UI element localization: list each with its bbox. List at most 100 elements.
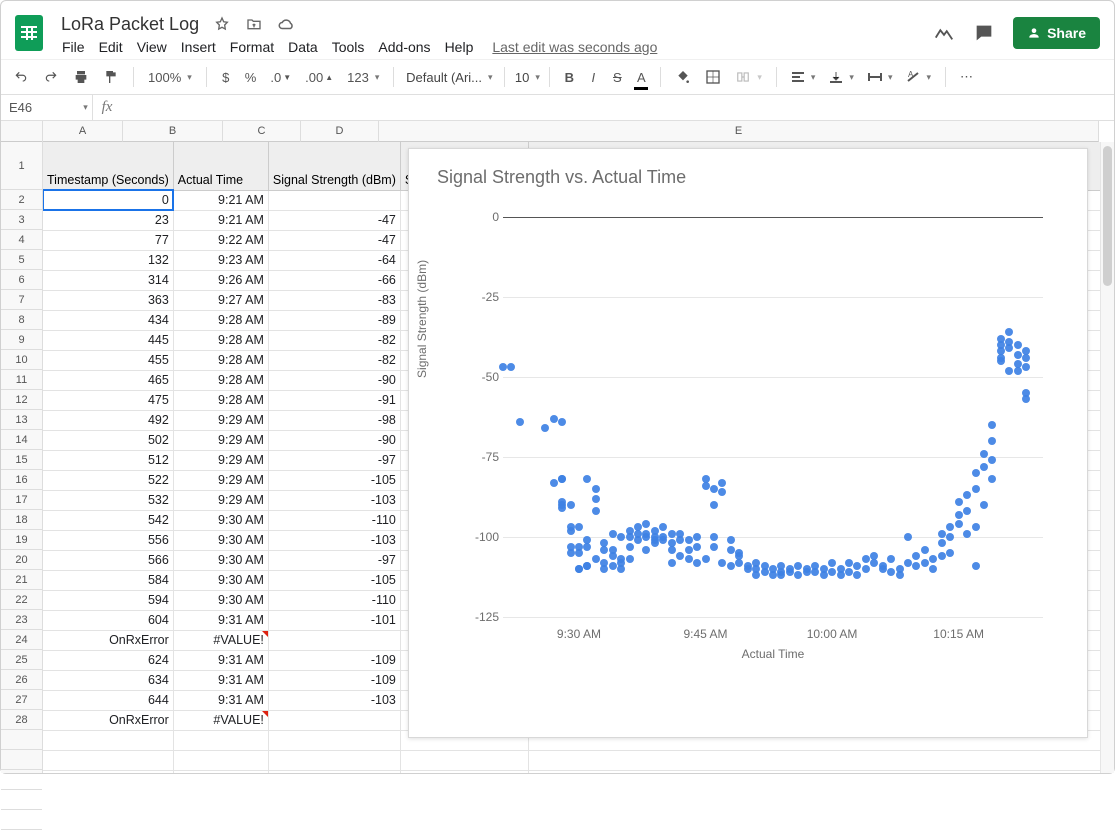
row-header[interactable]: 13 (1, 410, 42, 430)
cell[interactable] (400, 750, 528, 770)
redo-button[interactable] (39, 66, 63, 88)
menu-edit[interactable]: Edit (92, 36, 130, 58)
header-cell-C[interactable]: Signal Strength (dBm) (268, 142, 400, 190)
cell[interactable]: 9:28 AM (173, 350, 268, 370)
cell[interactable] (268, 190, 400, 210)
row-header[interactable]: 23 (1, 610, 42, 630)
row-header[interactable]: 25 (1, 650, 42, 670)
menu-insert[interactable]: Insert (174, 36, 223, 58)
row-headers[interactable]: 1234567891011121314151617181920212223242… (1, 121, 43, 773)
row-header[interactable]: 7 (1, 290, 42, 310)
cell[interactable]: 9:22 AM (173, 230, 268, 250)
cell[interactable] (173, 750, 268, 770)
cell[interactable]: 9:28 AM (173, 370, 268, 390)
name-box-dropdown[interactable]: ▾ (79, 95, 93, 120)
cell[interactable]: -103 (268, 490, 400, 510)
col-header-A[interactable]: A (43, 121, 123, 142)
cell[interactable]: 9:21 AM (173, 210, 268, 230)
cell[interactable]: 584 (43, 570, 173, 590)
cell[interactable]: -64 (268, 250, 400, 270)
percent-button[interactable]: % (241, 66, 261, 89)
cell[interactable]: -97 (268, 450, 400, 470)
row-header[interactable]: 2 (1, 190, 42, 210)
cell[interactable]: 9:31 AM (173, 690, 268, 710)
cell[interactable]: -89 (268, 310, 400, 330)
cell[interactable]: 455 (43, 350, 173, 370)
merge-button[interactable] (731, 66, 766, 88)
cloud-icon[interactable] (275, 13, 297, 35)
cell[interactable] (173, 770, 268, 773)
cell[interactable]: -66 (268, 270, 400, 290)
cell[interactable]: 522 (43, 470, 173, 490)
cell[interactable] (43, 730, 173, 750)
cell[interactable]: -103 (268, 690, 400, 710)
cell[interactable]: 9:21 AM (173, 190, 268, 210)
cell[interactable]: 512 (43, 450, 173, 470)
font-size-dropdown[interactable]: 10 (515, 66, 539, 89)
row-header[interactable]: 24 (1, 630, 42, 650)
borders-button[interactable] (701, 65, 725, 89)
cell[interactable]: -90 (268, 430, 400, 450)
row-header[interactable]: 27 (1, 690, 42, 710)
explore-icon[interactable] (933, 22, 955, 44)
cell[interactable]: 9:29 AM (173, 470, 268, 490)
col-header-D[interactable]: D (301, 121, 379, 142)
embedded-chart[interactable]: Signal Strength vs. Actual Time Signal S… (408, 148, 1088, 738)
cell[interactable]: -98 (268, 410, 400, 430)
cell[interactable]: -110 (268, 510, 400, 530)
strikethrough-button[interactable]: S (608, 66, 626, 89)
sheets-logo[interactable] (11, 9, 47, 57)
row-header[interactable]: 12 (1, 390, 42, 410)
cell[interactable]: -103 (268, 530, 400, 550)
v-align-button[interactable] (825, 67, 858, 87)
cell[interactable]: #VALUE! (173, 630, 268, 650)
cell[interactable]: 532 (43, 490, 173, 510)
rotate-button[interactable]: A (902, 67, 935, 87)
share-button[interactable]: Share (1013, 17, 1100, 49)
cell[interactable]: 566 (43, 550, 173, 570)
cell[interactable]: -109 (268, 650, 400, 670)
cell[interactable] (268, 750, 400, 770)
cell[interactable]: 9:31 AM (173, 670, 268, 690)
menu-help[interactable]: Help (438, 36, 481, 58)
cell[interactable]: 465 (43, 370, 173, 390)
move-icon[interactable] (243, 13, 265, 35)
cell[interactable]: 9:29 AM (173, 450, 268, 470)
cell[interactable]: 9:26 AM (173, 270, 268, 290)
cell[interactable]: 542 (43, 510, 173, 530)
cell[interactable]: 9:30 AM (173, 550, 268, 570)
cell[interactable]: 9:29 AM (173, 430, 268, 450)
cell[interactable]: -47 (268, 230, 400, 250)
row-header[interactable]: 14 (1, 430, 42, 450)
row-header[interactable]: 28 (1, 710, 42, 730)
cell[interactable]: 594 (43, 590, 173, 610)
cell[interactable]: 9:31 AM (173, 610, 268, 630)
row-header[interactable]: 9 (1, 330, 42, 350)
menu-view[interactable]: View (130, 36, 174, 58)
cell[interactable]: 363 (43, 290, 173, 310)
cell[interactable]: -90 (268, 370, 400, 390)
text-color-button[interactable]: A (632, 66, 650, 89)
row-header[interactable]: 3 (1, 210, 42, 230)
row-header[interactable]: 18 (1, 510, 42, 530)
cell[interactable]: -105 (268, 570, 400, 590)
cell[interactable]: -82 (268, 350, 400, 370)
cell[interactable]: 77 (43, 230, 173, 250)
cell[interactable]: 502 (43, 430, 173, 450)
cell[interactable]: -82 (268, 330, 400, 350)
cell[interactable]: -105 (268, 470, 400, 490)
col-header-E[interactable]: E (379, 121, 1099, 142)
cell[interactable]: 9:31 AM (173, 650, 268, 670)
col-header-B[interactable]: B (123, 121, 223, 142)
cell[interactable]: 9:30 AM (173, 510, 268, 530)
cell[interactable]: 9:23 AM (173, 250, 268, 270)
more-button[interactable]: ⋯ (956, 65, 977, 89)
zoom-dropdown[interactable]: 100% (144, 66, 196, 89)
cell[interactable]: 314 (43, 270, 173, 290)
menu-addons[interactable]: Add-ons (371, 36, 437, 58)
star-icon[interactable] (211, 13, 233, 35)
cell[interactable]: -109 (268, 670, 400, 690)
row-header[interactable]: 21 (1, 570, 42, 590)
cell[interactable] (173, 730, 268, 750)
cell[interactable]: -97 (268, 550, 400, 570)
